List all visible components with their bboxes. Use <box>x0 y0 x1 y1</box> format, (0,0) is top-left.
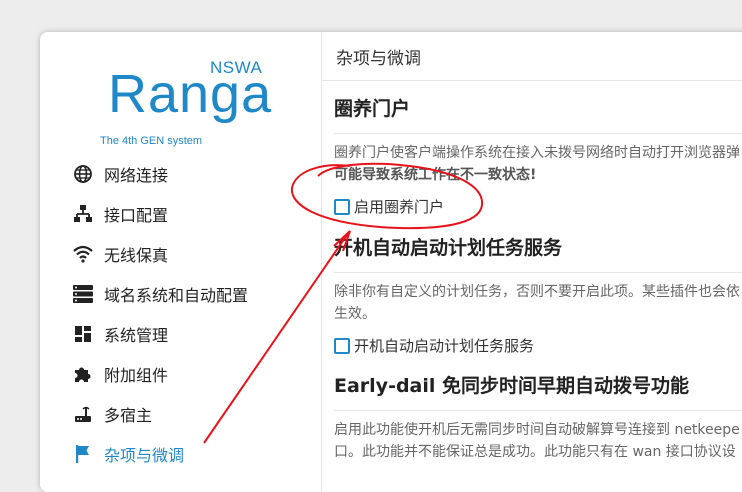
sidebar-item-label: 附加组件 <box>104 366 169 385</box>
description-line: 口。此功能并不能保证总是成功。此功能只有在 wan 接口协议设 <box>334 444 736 460</box>
page-title: 杂项与微调 <box>322 32 742 81</box>
description-line: 启用此功能使开机后无需同步时间自动破解算号连接到 netkeepe <box>334 422 740 438</box>
sidebar-item-label: 接口配置 <box>104 206 169 225</box>
sidebar-item-label: 无线保真 <box>104 246 169 265</box>
warning-text: 可能导致系统工作在不一致状态! <box>334 167 537 183</box>
section-description: 启用此功能使开机后无需同步时间自动破解算号连接到 netkeepe 口。此功能并… <box>334 419 742 463</box>
description-line: 圈养门户使客户端操作系统在接入未拨号网络时自动打开浏览器弹 <box>334 145 740 161</box>
sidebar-item-wifi[interactable]: 无线保真 <box>72 234 312 274</box>
early-dial-section: Early-dail 免同步时间早期自动拨号功能 启用此功能使开机后无需同步时间… <box>334 371 742 463</box>
sidebar-item-dns[interactable]: 域名系统和自动配置 <box>72 274 312 314</box>
captive-portal-section: 圈养门户 圈养门户使客户端操作系统在接入未拨号网络时自动打开浏览器弹 可能导致系… <box>334 94 742 217</box>
sidebar-item-multiwan[interactable]: 多宿主 <box>72 394 312 434</box>
section-description: 圈养门户使客户端操作系统在接入未拨号网络时自动打开浏览器弹 可能导致系统工作在不… <box>334 142 742 186</box>
router-icon <box>72 403 94 425</box>
description-line: 除非你有自定义的计划任务，否则不要开启此项。某些插件也会依 <box>334 284 740 300</box>
captive-portal-checkbox[interactable] <box>334 198 350 215</box>
dashboard-icon <box>72 323 94 345</box>
description-line: 生效。 <box>334 306 376 322</box>
logo: NSWA Ranga The 4th GEN system <box>98 56 271 147</box>
sidebar-item-label: 杂项与微调 <box>104 446 185 465</box>
main-content: 杂项与微调 圈养门户 圈养门户使客户端操作系统在接入未拨号网络时自动打开浏览器弹… <box>322 32 742 492</box>
captive-portal-option[interactable]: 启用圈养门户 <box>334 196 742 217</box>
section-heading: Early-dail 免同步时间早期自动拨号功能 <box>334 375 690 397</box>
sidebar-nav: 网络连接 接口配置 无线保真 域名系统和自动配置 系统管理 附加组件 多宿主 杂… <box>72 154 312 474</box>
app-window: NSWA Ranga The 4th GEN system 网络连接 接口配置 <box>40 32 742 492</box>
sidebar-item-label: 网络连接 <box>104 166 169 185</box>
sidebar-item-interfaces[interactable]: 接口配置 <box>72 194 312 234</box>
checkbox-label: 开机自动启动计划任务服务 <box>354 337 535 355</box>
section-divider <box>334 410 742 411</box>
server-icon <box>72 283 94 305</box>
checkbox-label: 启用圈养门户 <box>354 198 445 216</box>
sidebar-item-label: 域名系统和自动配置 <box>104 286 249 305</box>
logo-brand: Ranga <box>108 64 273 124</box>
sidebar-item-system[interactable]: 系统管理 <box>72 314 312 354</box>
logo-tagline: The 4th GEN system <box>100 135 203 147</box>
globe-icon <box>72 163 94 185</box>
sidebar-item-network[interactable]: 网络连接 <box>72 154 312 194</box>
section-divider <box>334 133 742 134</box>
puzzle-icon <box>72 363 94 385</box>
cron-autostart-checkbox[interactable] <box>334 337 350 354</box>
sidebar-item-misc[interactable]: 杂项与微调 <box>72 434 312 474</box>
section-description: 除非你有自定义的计划任务，否则不要开启此项。某些插件也会依 生效。 <box>334 281 742 325</box>
cron-autostart-option[interactable]: 开机自动启动计划任务服务 <box>334 335 742 356</box>
section-heading: 开机自动启动计划任务服务 <box>334 237 563 259</box>
sidebar-item-addons[interactable]: 附加组件 <box>72 354 312 394</box>
cron-section: 开机自动启动计划任务服务 除非你有自定义的计划任务，否则不要开启此项。某些插件也… <box>334 233 742 356</box>
sidebar: NSWA Ranga The 4th GEN system 网络连接 接口配置 <box>40 32 321 492</box>
sidebar-item-label: 系统管理 <box>104 326 169 345</box>
sidebar-item-label: 多宿主 <box>104 406 153 425</box>
section-heading: 圈养门户 <box>334 98 411 120</box>
network-icon <box>72 203 94 225</box>
flag-icon <box>72 443 94 465</box>
wifi-icon <box>72 243 94 265</box>
section-divider <box>334 272 742 273</box>
